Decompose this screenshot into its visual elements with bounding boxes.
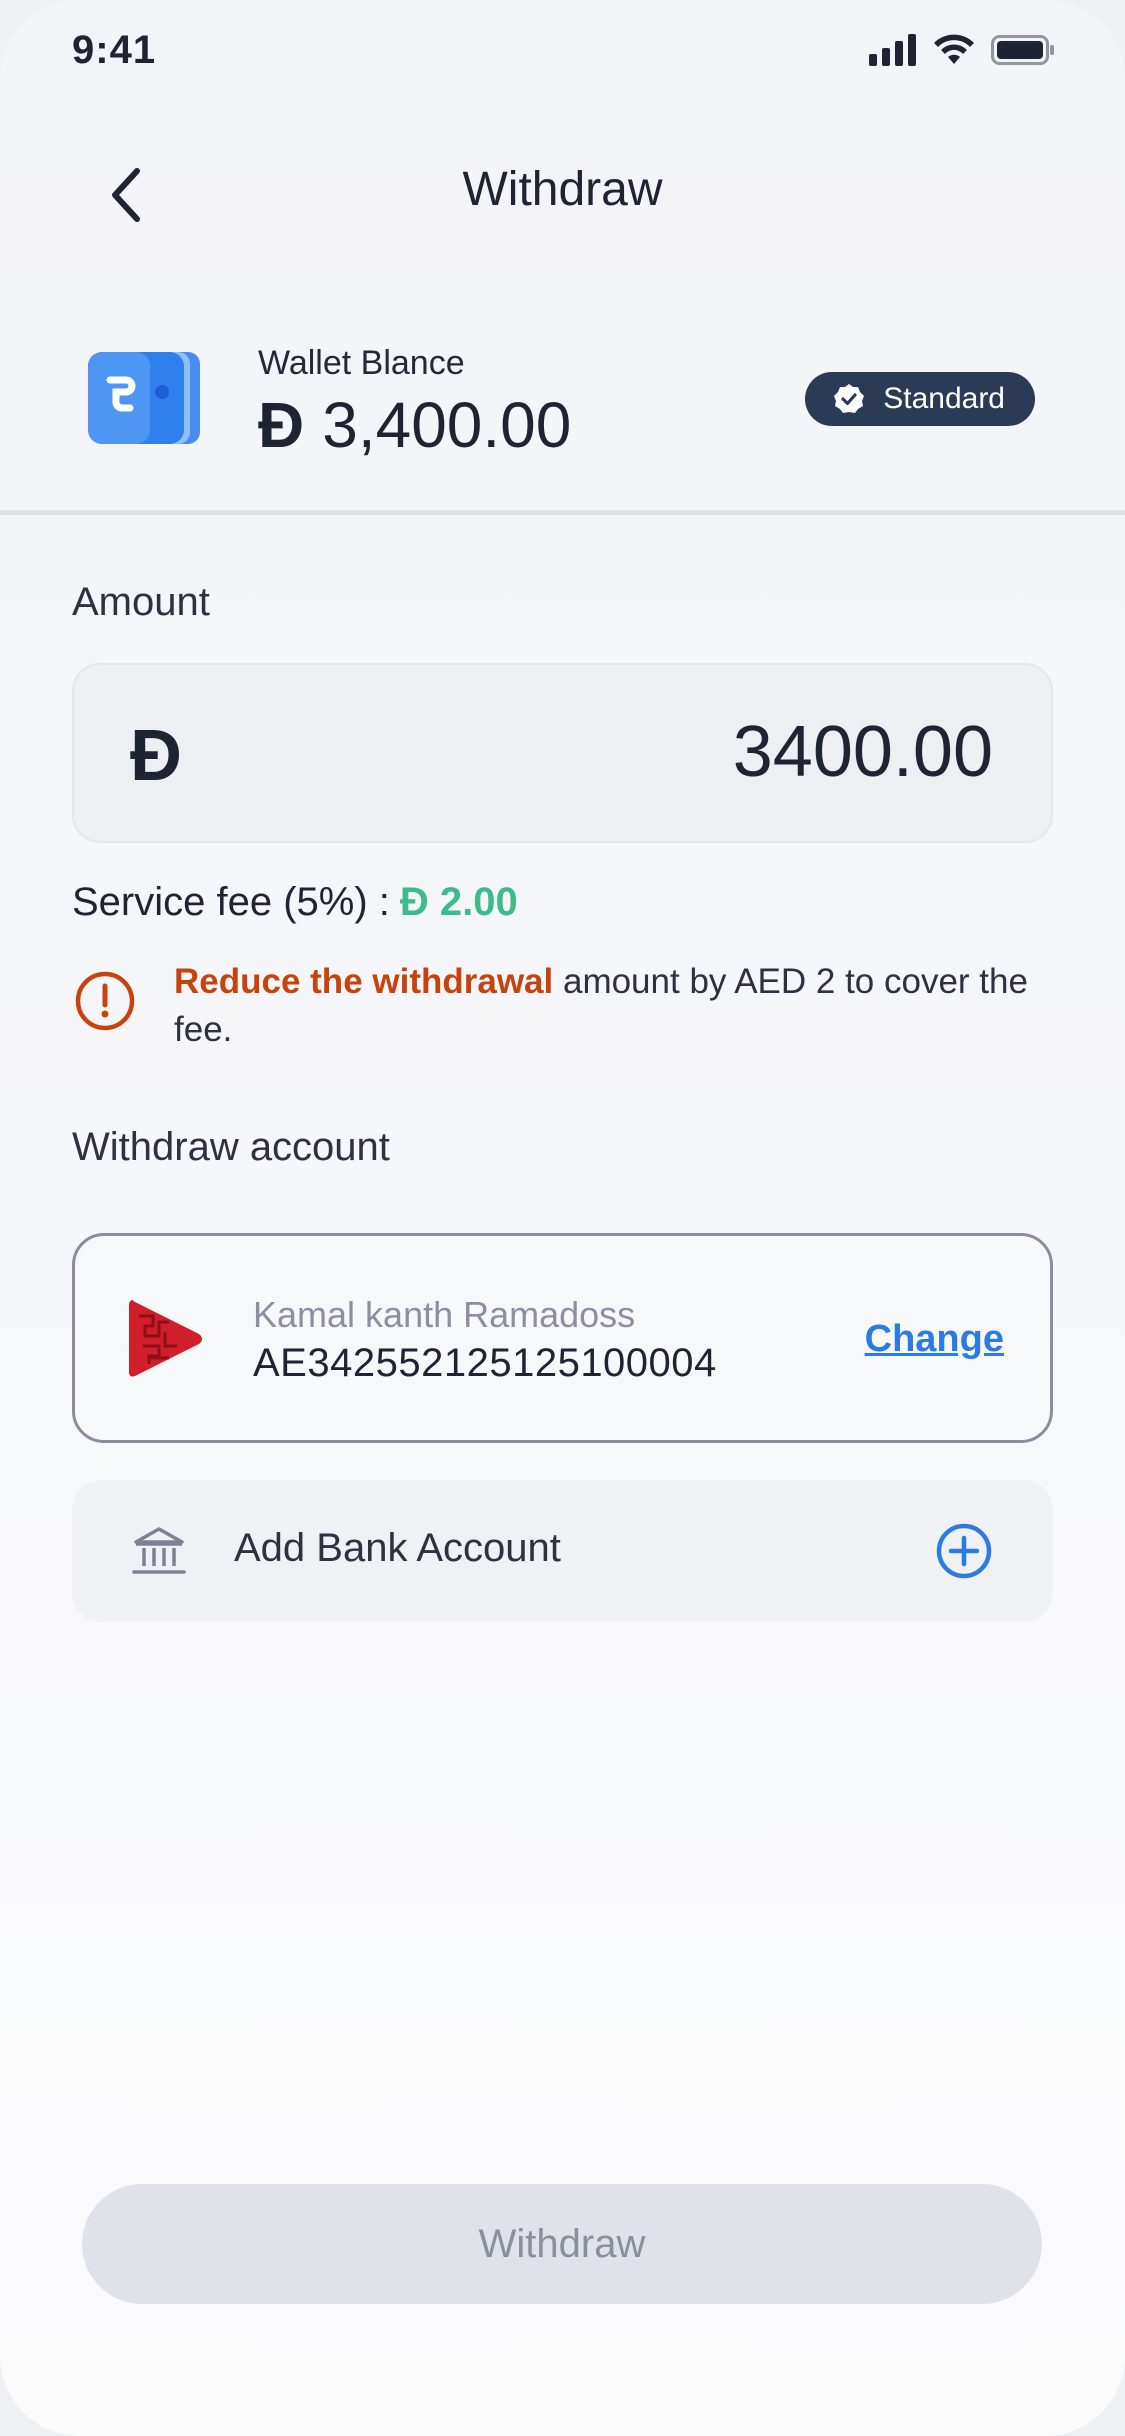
wallet-balance-value: 3,400.00	[322, 389, 572, 461]
tier-badge-label: Standard	[883, 382, 1005, 415]
warning-message: Reduce the withdrawal amount by AED 2 to…	[174, 958, 1054, 1054]
add-bank-account-row[interactable]: Add Bank Account	[72, 1480, 1053, 1622]
amount-input[interactable]: Đ 3400.00	[72, 663, 1053, 843]
phone-screen: 9:41 Withdraw Wallet Blance Đ 3,400.00 S…	[0, 0, 1125, 2436]
account-holder-name: Kamal kanth Ramadoss	[253, 1294, 636, 1335]
wifi-icon	[934, 34, 974, 64]
service-fee-label: Service fee (5%) :	[72, 880, 390, 924]
bank-logo-icon	[129, 1300, 202, 1377]
amount-label: Amount	[72, 580, 210, 624]
selected-account-card[interactable]: Kamal kanth Ramadoss AE34255212512510000…	[72, 1233, 1053, 1443]
verified-check-icon	[834, 384, 865, 413]
bank-icon	[132, 1527, 186, 1574]
status-icons	[869, 34, 1055, 66]
tier-badge: Standard	[805, 372, 1035, 426]
service-fee-amount: Đ 2.00	[400, 880, 518, 925]
status-time: 9:41	[72, 28, 157, 72]
signal-icon	[869, 34, 916, 66]
wallet-icon	[88, 352, 200, 444]
fee-value: 2.00	[439, 880, 518, 924]
currency-symbol: Đ	[258, 389, 305, 461]
withdraw-button[interactable]: Withdraw	[82, 2184, 1042, 2304]
battery-icon	[991, 35, 1054, 65]
fee-currency-symbol: Đ	[399, 880, 429, 924]
page-title: Withdraw	[462, 163, 663, 216]
wallet-label: Wallet Blance	[258, 344, 465, 382]
section-divider	[0, 510, 1125, 515]
add-bank-account-label: Add Bank Account	[234, 1526, 561, 1570]
account-iban: AE342552125125100004	[253, 1341, 717, 1385]
amount-currency-symbol: Đ	[130, 716, 182, 796]
withdraw-account-label: Withdraw account	[72, 1125, 390, 1169]
change-account-link[interactable]: Change	[865, 1318, 1004, 1361]
alert-circle-icon	[75, 971, 135, 1031]
warning-strong: Reduce the withdrawal	[174, 962, 554, 1001]
wallet-balance: Đ 3,400.00	[258, 388, 571, 462]
amount-value: 3400.00	[732, 712, 993, 792]
plus-circle-icon[interactable]	[935, 1522, 993, 1580]
service-fee: Service fee (5%) : Đ 2.00	[72, 880, 518, 925]
